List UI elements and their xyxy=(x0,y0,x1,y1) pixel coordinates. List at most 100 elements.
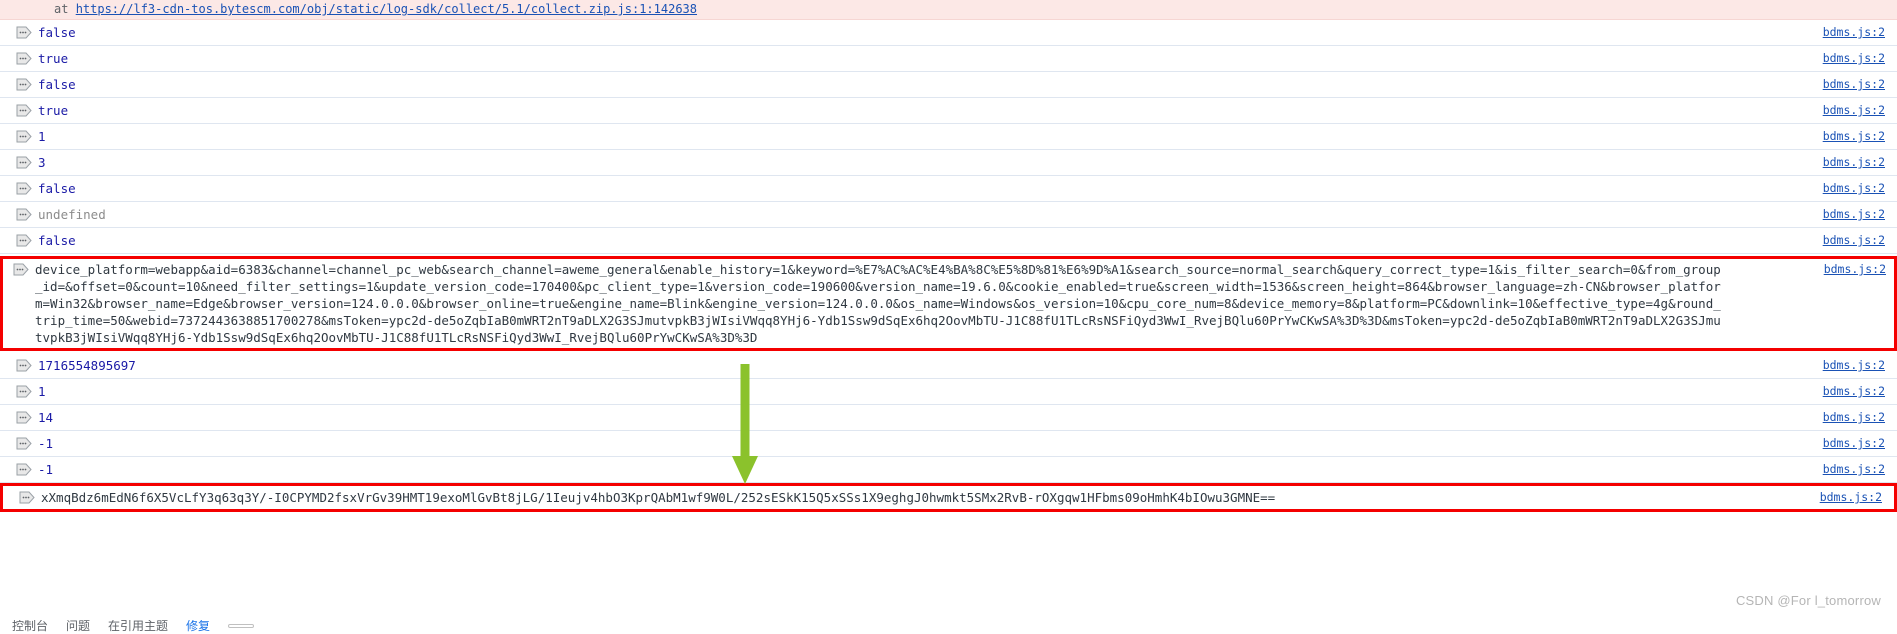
console-source-link[interactable]: bdms.js:2 xyxy=(1735,357,1897,374)
drawer-tab-console[interactable]: 控制台 xyxy=(12,620,48,634)
console-row-content: undefined xyxy=(0,206,1735,223)
stack-source-link[interactable]: https://lf3-cdn-tos.bytescm.com/obj/stat… xyxy=(76,2,697,16)
console-source-link[interactable]: bdms.js:2 xyxy=(1735,50,1897,67)
source-link-text[interactable]: bdms.js:2 xyxy=(1823,462,1885,476)
source-link-text[interactable]: bdms.js:2 xyxy=(1823,181,1885,195)
console-row[interactable]: 1 bdms.js:2 xyxy=(0,379,1897,405)
console-row-content: -1 xyxy=(0,435,1735,452)
console-row-content: false xyxy=(0,76,1735,93)
watermark: CSDN @For l_tomorrow xyxy=(1735,593,1881,608)
console-row-content: true xyxy=(0,50,1735,67)
console-source-link[interactable]: bdms.js:2 xyxy=(1735,24,1897,41)
console-value: 1716554895697 xyxy=(38,358,136,373)
console-source-link[interactable]: bdms.js:2 xyxy=(1735,128,1897,145)
console-source-link[interactable]: bdms.js:2 xyxy=(1735,435,1897,452)
source-link-text[interactable]: bdms.js:2 xyxy=(1823,155,1885,169)
console-row[interactable]: false bdms.js:2 xyxy=(0,72,1897,98)
result-arrow-icon[interactable] xyxy=(16,463,32,476)
source-link-text[interactable]: bdms.js:2 xyxy=(1823,436,1885,450)
result-arrow-icon[interactable] xyxy=(13,263,29,276)
console-source-link[interactable]: bdms.js:2 xyxy=(1735,206,1897,223)
console-row[interactable]: false bdms.js:2 xyxy=(0,20,1897,46)
console-row[interactable]: device_platform=webapp&aid=6383&channel=… xyxy=(0,256,1897,351)
drawer-fix-link[interactable]: 修复 xyxy=(186,620,210,634)
console-value: 3 xyxy=(38,155,46,170)
result-arrow-icon[interactable] xyxy=(16,182,32,195)
console-value: true xyxy=(38,51,69,66)
console-value: xXmqBdz6mEdN6f6X5VcLfY3q63q3Y/-I0CPYMD2f… xyxy=(41,490,1276,505)
console-value: -1 xyxy=(38,462,54,477)
error-stack-line: at https://lf3-cdn-tos.bytescm.com/obj/s… xyxy=(0,0,1897,20)
console-source-link[interactable]: bdms.js:2 xyxy=(1736,261,1894,278)
console-source-link[interactable]: bdms.js:2 xyxy=(1735,232,1897,249)
console-value: 1 xyxy=(38,384,46,399)
console-row-content: xXmqBdz6mEdN6f6X5VcLfY3q63q3Y/-I0CPYMD2f… xyxy=(3,489,1732,506)
console-row-content: 1 xyxy=(0,128,1735,145)
source-link-text[interactable]: bdms.js:2 xyxy=(1823,410,1885,424)
console-value: false xyxy=(38,77,76,92)
console-row-content: true xyxy=(0,102,1735,119)
console-row-content: false xyxy=(0,180,1735,197)
result-arrow-icon[interactable] xyxy=(16,130,32,143)
result-arrow-icon[interactable] xyxy=(16,437,32,450)
console-row[interactable]: true bdms.js:2 xyxy=(0,46,1897,72)
drawer-tab-reference[interactable]: 在引用主题 xyxy=(108,620,168,634)
console-row[interactable]: xXmqBdz6mEdN6f6X5VcLfY3q63q3Y/-I0CPYMD2f… xyxy=(0,483,1897,512)
result-arrow-icon[interactable] xyxy=(16,208,32,221)
console-source-link[interactable]: bdms.js:2 xyxy=(1735,383,1897,400)
result-arrow-icon[interactable] xyxy=(16,156,32,169)
console-row[interactable]: true bdms.js:2 xyxy=(0,98,1897,124)
console-value: 14 xyxy=(38,410,54,425)
result-arrow-icon[interactable] xyxy=(16,234,32,247)
result-arrow-icon[interactable] xyxy=(19,491,35,504)
result-arrow-icon[interactable] xyxy=(16,78,32,91)
console-value: device_platform=webapp&aid=6383&channel=… xyxy=(35,262,1721,345)
console-row-content: device_platform=webapp&aid=6383&channel=… xyxy=(3,261,1736,346)
source-link-text[interactable]: bdms.js:2 xyxy=(1823,207,1885,221)
result-arrow-icon[interactable] xyxy=(16,52,32,65)
devtools-bottom-drawer: 控制台 问题 在引用主题 修复 xyxy=(0,620,1897,634)
source-link-text[interactable]: bdms.js:2 xyxy=(1823,51,1885,65)
drawer-filter-box[interactable] xyxy=(228,623,255,628)
console-source-link[interactable]: bdms.js:2 xyxy=(1735,76,1897,93)
result-arrow-icon[interactable] xyxy=(16,385,32,398)
source-link-text[interactable]: bdms.js:2 xyxy=(1823,77,1885,91)
result-arrow-icon[interactable] xyxy=(16,26,32,39)
console-value: undefined xyxy=(38,207,106,222)
source-link-text[interactable]: bdms.js:2 xyxy=(1823,25,1885,39)
console-row[interactable]: undefined bdms.js:2 xyxy=(0,202,1897,228)
console-value: 1 xyxy=(38,129,46,144)
console-row[interactable]: 3 bdms.js:2 xyxy=(0,150,1897,176)
console-row[interactable]: 1716554895697 bdms.js:2 xyxy=(0,353,1897,379)
source-link-text[interactable]: bdms.js:2 xyxy=(1824,262,1886,276)
result-arrow-icon[interactable] xyxy=(16,411,32,424)
console-row[interactable]: 1 bdms.js:2 xyxy=(0,124,1897,150)
console-value: -1 xyxy=(38,436,54,451)
console-source-link[interactable]: bdms.js:2 xyxy=(1735,102,1897,119)
console-row[interactable]: 14 bdms.js:2 xyxy=(0,405,1897,431)
console-value: false xyxy=(38,181,76,196)
console-row[interactable]: -1 bdms.js:2 xyxy=(0,457,1897,483)
source-link-text[interactable]: bdms.js:2 xyxy=(1823,358,1885,372)
console-source-link[interactable]: bdms.js:2 xyxy=(1735,154,1897,171)
console-row-content: 14 xyxy=(0,409,1735,426)
source-link-text[interactable]: bdms.js:2 xyxy=(1823,384,1885,398)
console-value: false xyxy=(38,25,76,40)
console-row-content: false xyxy=(0,24,1735,41)
console-row[interactable]: false bdms.js:2 xyxy=(0,228,1897,254)
console-row-content: 3 xyxy=(0,154,1735,171)
console-source-link[interactable]: bdms.js:2 xyxy=(1732,489,1894,506)
source-link-text[interactable]: bdms.js:2 xyxy=(1823,233,1885,247)
console-source-link[interactable]: bdms.js:2 xyxy=(1735,409,1897,426)
console-output-list: false bdms.js:2 true bdms.js:2 false bdms.js:… xyxy=(0,20,1897,512)
drawer-tab-issues[interactable]: 问题 xyxy=(66,620,90,634)
result-arrow-icon[interactable] xyxy=(16,359,32,372)
console-source-link[interactable]: bdms.js:2 xyxy=(1735,461,1897,478)
console-row[interactable]: false bdms.js:2 xyxy=(0,176,1897,202)
console-source-link[interactable]: bdms.js:2 xyxy=(1735,180,1897,197)
console-row[interactable]: -1 bdms.js:2 xyxy=(0,431,1897,457)
result-arrow-icon[interactable] xyxy=(16,104,32,117)
source-link-text[interactable]: bdms.js:2 xyxy=(1820,490,1882,504)
source-link-text[interactable]: bdms.js:2 xyxy=(1823,103,1885,117)
source-link-text[interactable]: bdms.js:2 xyxy=(1823,129,1885,143)
